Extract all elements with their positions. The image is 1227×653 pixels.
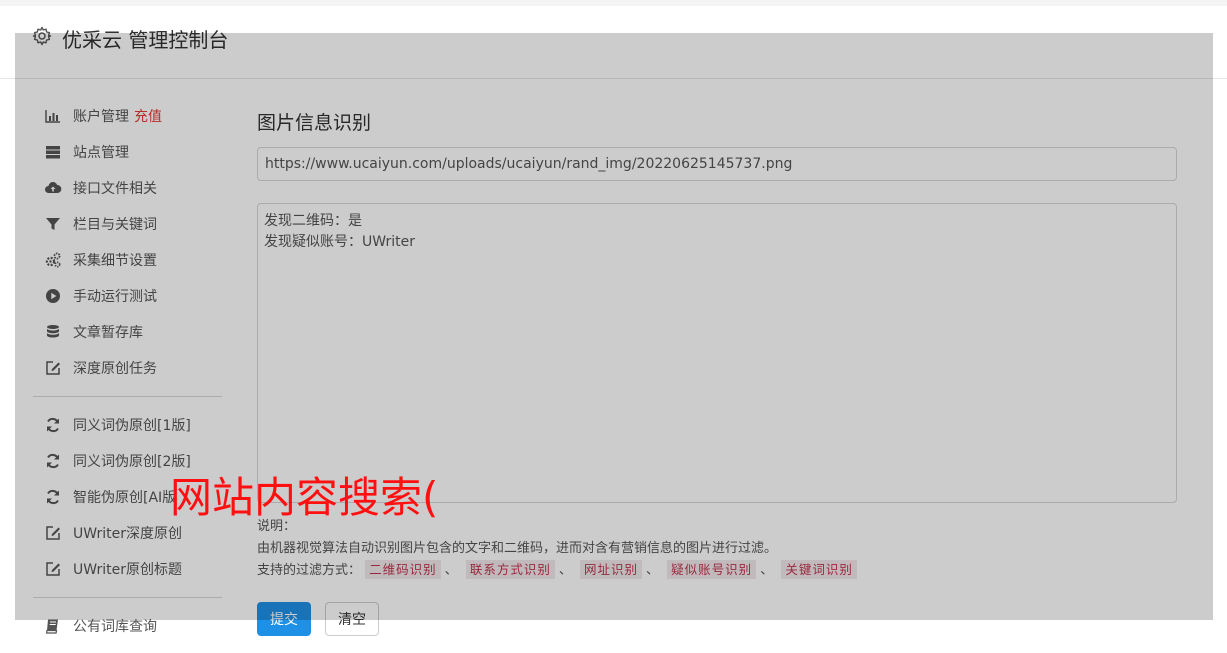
overlay-search-text: 网站内容搜索(	[170, 473, 439, 522]
dim-overlay[interactable]	[15, 33, 1213, 620]
